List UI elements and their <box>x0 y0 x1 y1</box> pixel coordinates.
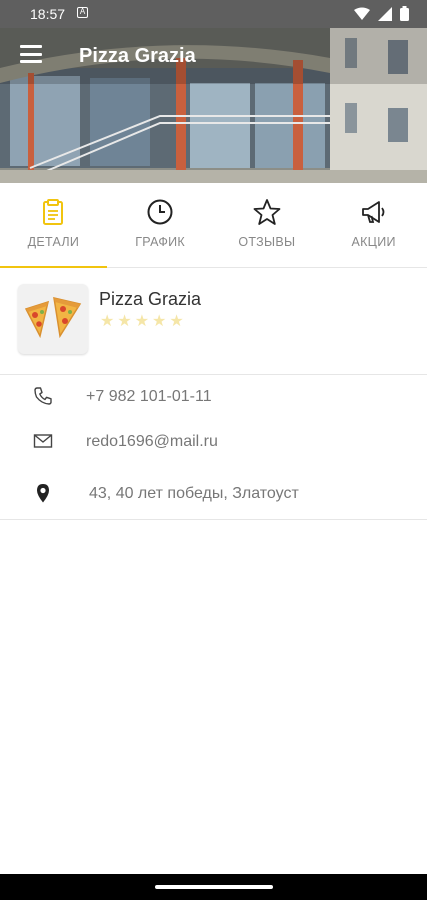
pizza-slice-icon <box>24 297 82 339</box>
system-nav-bar <box>0 874 427 900</box>
wifi-icon <box>354 7 370 20</box>
battery-icon <box>400 6 409 21</box>
star-icon: ★ <box>169 313 184 330</box>
envelope-icon <box>33 434 53 448</box>
status-bar: 18:57 A <box>0 0 427 28</box>
tab-schedule[interactable]: ГРАФИК <box>107 183 214 267</box>
star-icon: ★ <box>152 313 167 330</box>
notification-icon: A <box>77 7 88 18</box>
email-address: redo1696@mail.ru <box>86 433 218 450</box>
email-row[interactable]: redo1696@mail.ru <box>0 420 427 464</box>
tab-label: АКЦИИ <box>351 235 396 249</box>
star-outline-icon <box>253 199 281 225</box>
tab-label: ДЕТАЛИ <box>27 235 80 249</box>
system-icons <box>354 6 409 21</box>
page-title: Pizza Grazia <box>79 45 196 67</box>
status-time: 18:57 <box>30 6 66 22</box>
tab-label: ГРАФИК <box>135 235 185 249</box>
clock-icon <box>147 199 173 225</box>
star-icon: ★ <box>117 313 132 330</box>
hamburger-menu-icon[interactable] <box>20 45 42 65</box>
address-text: 43, 40 лет победы, Златоуст <box>89 485 299 502</box>
star-icon: ★ <box>100 313 115 330</box>
restaurant-name: Pizza Grazia <box>99 289 202 309</box>
restaurant-logo <box>18 284 88 354</box>
signal-icon <box>378 6 392 21</box>
tab-reviews[interactable]: ОТЗЫВЫ <box>214 183 321 267</box>
restaurant-info: Pizza Grazia ★ ★ ★ ★ ★ <box>0 267 427 375</box>
phone-number: +7 982 101-01-11 <box>86 388 212 405</box>
tab-label: ОТЗЫВЫ <box>238 235 296 249</box>
tab-promotions[interactable]: АКЦИИ <box>320 183 427 267</box>
phone-icon <box>34 387 52 405</box>
contact-list: +7 982 101-01-11 redo1696@mail.ru 43, 40… <box>0 375 427 520</box>
phone-row[interactable]: +7 982 101-01-11 <box>0 375 427 419</box>
clipboard-icon <box>43 199 64 225</box>
tab-bar: ДЕТАЛИ ГРАФИК ОТЗЫВЫ АКЦИИ <box>0 183 427 268</box>
rating-stars: ★ ★ ★ ★ ★ <box>100 314 184 330</box>
location-pin-icon <box>37 484 49 503</box>
star-icon: ★ <box>134 313 150 330</box>
home-gesture-handle[interactable] <box>155 885 273 889</box>
megaphone-icon <box>361 201 385 223</box>
app-bar: Pizza Grazia <box>0 28 427 84</box>
tab-details[interactable]: ДЕТАЛИ <box>0 183 107 268</box>
address-row[interactable]: 43, 40 лет победы, Златоуст <box>0 472 427 516</box>
